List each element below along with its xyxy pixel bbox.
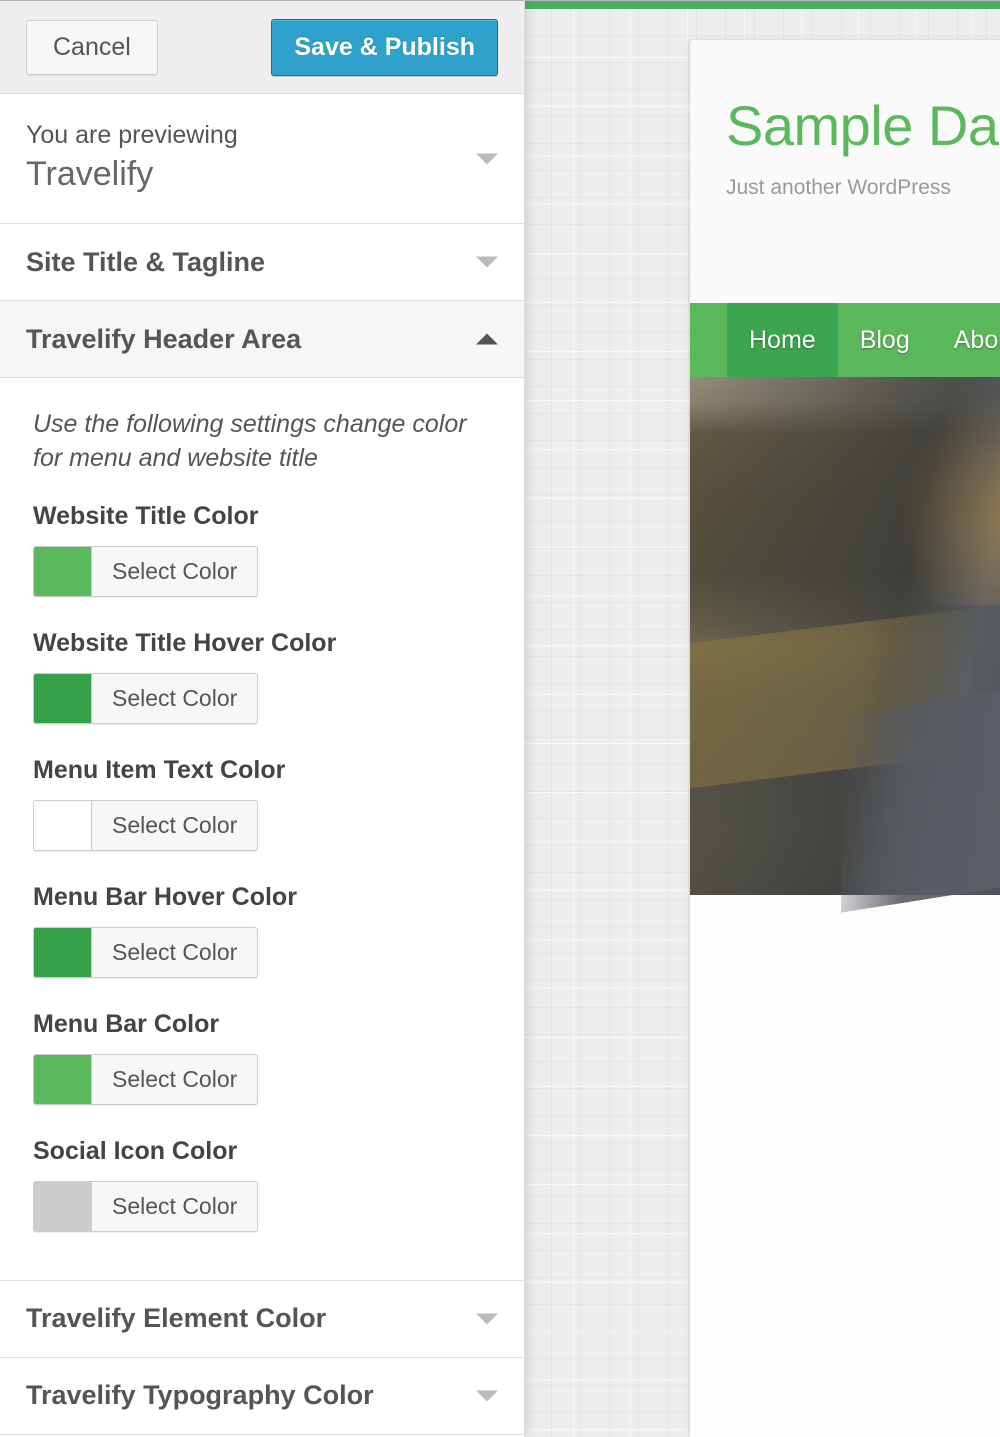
color-picker-website-title-hover-color[interactable]: Select Color: [33, 672, 259, 724]
control-website-title-color: Website Title Color Select Color: [33, 502, 491, 601]
color-picker-website-title-color[interactable]: Select Color: [33, 545, 259, 597]
photo-road: [841, 680, 1000, 913]
cancel-button[interactable]: Cancel: [26, 19, 158, 75]
section-description: Use the following settings change color …: [33, 410, 467, 472]
control-social-icon-color: Social Icon Color Select Color: [33, 1137, 491, 1236]
section-travelify-element-color[interactable]: Travelify Element Color: [0, 1280, 524, 1358]
color-swatch[interactable]: [34, 546, 92, 596]
color-picker-menu-item-text-color[interactable]: Select Color: [33, 799, 259, 851]
preview-site-title[interactable]: Sample Da: [726, 98, 1000, 154]
preview-site-description: Just another WordPress: [726, 176, 951, 199]
color-picker-menu-bar-color[interactable]: Select Color: [33, 1053, 259, 1105]
preview-site-content: [690, 895, 1000, 1415]
chevron-down-icon[interactable]: [476, 153, 498, 164]
nav-item-blog[interactable]: Blog: [838, 303, 932, 377]
section-title: Site Title & Tagline: [26, 246, 266, 277]
control-label: Website Title Color: [33, 501, 259, 530]
theme-name: Travelify: [26, 155, 154, 194]
preview-primary-navigation[interactable]: Home Blog About: [690, 303, 1000, 377]
control-menu-bar-color: Menu Bar Color Select Color: [33, 1010, 491, 1109]
preview-site-container: Sample Da Just another WordPress Home Bl…: [690, 40, 1000, 1437]
chevron-down-icon[interactable]: [476, 256, 498, 268]
control-label: Menu Item Text Color: [33, 755, 286, 784]
select-color-label: Select Color: [112, 1065, 238, 1092]
section-title: Travelify Header Area: [26, 323, 302, 354]
chevron-down-icon[interactable]: [476, 1313, 498, 1324]
color-swatch[interactable]: [34, 927, 92, 977]
control-label: Social Icon Color: [33, 1136, 238, 1165]
color-swatch[interactable]: [34, 673, 92, 723]
select-color-label: Select Color: [112, 1192, 238, 1219]
save-and-publish-button[interactable]: Save & Publish: [271, 18, 498, 76]
nav-left-padding: [690, 303, 727, 377]
theme-info-panel[interactable]: You are previewing Travelify: [0, 94, 524, 224]
section-travelify-header-area[interactable]: Travelify Header Area: [0, 301, 524, 378]
preview-site-header: Sample Da Just another WordPress: [690, 40, 1000, 303]
section-site-title-and-tagline[interactable]: Site Title & Tagline: [0, 224, 524, 301]
customizer-header-bar: Cancel Save & Publish: [0, 0, 524, 94]
select-color-label: Select Color: [112, 811, 238, 838]
color-swatch[interactable]: [34, 800, 92, 850]
select-color-label: Select Color: [112, 938, 238, 965]
nav-item-home[interactable]: Home: [727, 303, 838, 377]
control-label: Menu Bar Color: [33, 1009, 220, 1038]
select-color-label: Select Color: [112, 557, 238, 584]
select-color-label: Select Color: [112, 684, 238, 711]
control-menu-item-text-color: Menu Item Text Color Select Color: [33, 756, 491, 855]
color-swatch[interactable]: [34, 1054, 92, 1104]
customizer-sidebar: Cancel Save & Publish You are previewing…: [0, 0, 525, 1437]
control-website-title-hover-color: Website Title Hover Color Select Color: [33, 629, 491, 728]
control-menu-bar-hover-color: Menu Bar Hover Color Select Color: [33, 883, 491, 982]
chevron-up-icon[interactable]: [476, 333, 498, 345]
color-picker-social-icon-color[interactable]: Select Color: [33, 1180, 259, 1232]
section-title: Travelify Element Color: [26, 1303, 327, 1333]
header-area-controls: Use the following settings change color …: [0, 378, 524, 1281]
section-travelify-typography-color[interactable]: Travelify Typography Color: [0, 1357, 524, 1435]
preview-featured-image: [690, 377, 1000, 913]
photo-treeline-glow: [898, 387, 1000, 605]
control-label: Menu Bar Hover Color: [33, 882, 297, 911]
color-swatch[interactable]: [34, 1181, 92, 1231]
chevron-down-icon[interactable]: [476, 1390, 498, 1401]
section-title: Travelify Typography Color: [26, 1380, 374, 1410]
color-picker-menu-bar-hover-color[interactable]: Select Color: [33, 926, 259, 978]
previewing-label: You are previewing: [26, 120, 238, 149]
control-label: Website Title Hover Color: [33, 628, 337, 657]
nav-item-about[interactable]: About: [932, 303, 1000, 377]
